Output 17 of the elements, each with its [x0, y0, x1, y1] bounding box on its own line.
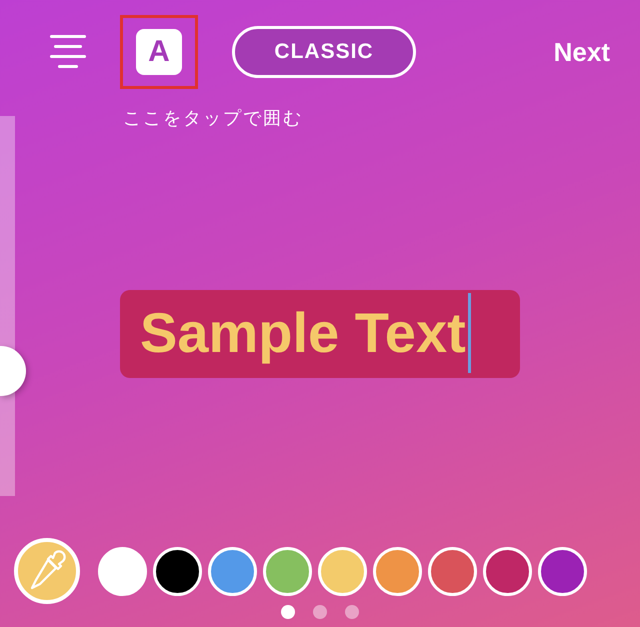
- annotation-text: ここをタップで囲む: [123, 108, 303, 130]
- color-swatch[interactable]: [208, 546, 257, 596]
- color-swatch[interactable]: [538, 546, 587, 596]
- next-button[interactable]: Next: [554, 36, 610, 68]
- slider-thumb[interactable]: [0, 346, 26, 396]
- color-swatch[interactable]: [98, 546, 147, 596]
- style-button[interactable]: CLASSIC: [232, 26, 416, 78]
- color-swatch[interactable]: [483, 546, 532, 596]
- color-swatch[interactable]: [318, 546, 367, 596]
- text-box[interactable]: Sample Text: [120, 290, 520, 378]
- color-swatch[interactable]: [373, 546, 422, 596]
- align-center-icon[interactable]: [50, 35, 86, 69]
- size-slider[interactable]: [0, 116, 26, 496]
- color-swatch[interactable]: [428, 546, 477, 596]
- color-swatch[interactable]: [263, 546, 312, 596]
- color-swatch[interactable]: [153, 546, 202, 596]
- font-button[interactable]: A: [136, 29, 182, 75]
